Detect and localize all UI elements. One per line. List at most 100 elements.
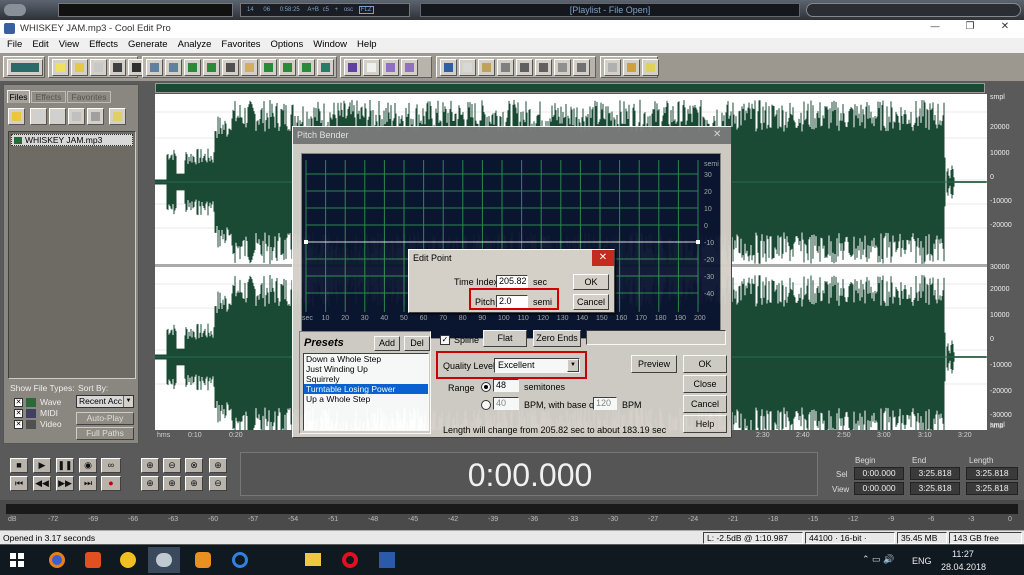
maximize-button[interactable]: ❐ — [955, 21, 985, 37]
frequency-icon[interactable] — [440, 59, 457, 76]
waveform-view-icon[interactable] — [363, 59, 380, 76]
zoom-full-icon[interactable]: ⊗ — [185, 458, 203, 473]
help-icon[interactable] — [109, 108, 126, 125]
loop-button[interactable]: ∞ — [101, 458, 121, 473]
menu-edit[interactable]: Edit — [27, 38, 53, 51]
minimize-button[interactable]: — — [920, 21, 950, 37]
word-icon[interactable] — [374, 547, 400, 573]
new-file-icon[interactable] — [52, 59, 69, 76]
tab-favorites[interactable]: Favorites — [67, 91, 111, 103]
edit-file-icon[interactable] — [87, 108, 104, 125]
open-file-icon[interactable] — [71, 59, 88, 76]
edit-point-close-icon[interactable]: ✕ — [592, 250, 614, 266]
menu-effects[interactable]: Effects — [84, 38, 123, 51]
pause-button[interactable]: ❚❚ — [56, 458, 74, 473]
save-icon[interactable] — [109, 59, 126, 76]
marker-icon[interactable] — [401, 59, 418, 76]
zoom-selection-icon[interactable]: ⊕ — [163, 476, 181, 491]
zoom-in-icon[interactable]: ⊕ — [141, 458, 159, 473]
preset-add-button[interactable]: Add — [374, 336, 400, 351]
view-end-field[interactable]: 3:25.818 — [910, 482, 960, 495]
zoom-analysis-icon[interactable] — [497, 59, 514, 76]
tab-effects[interactable]: Effects — [31, 91, 66, 103]
tab-files[interactable]: Files — [7, 90, 30, 103]
paint-icon[interactable] — [80, 547, 106, 573]
menu-view[interactable]: View — [54, 38, 84, 51]
open-append-icon[interactable] — [30, 108, 47, 125]
ok-button[interactable]: OK — [683, 355, 727, 373]
spline-checkbox[interactable]: ✓ — [440, 335, 450, 345]
clock-date[interactable]: 28.04.2018 — [941, 562, 986, 573]
batch-icon[interactable] — [516, 59, 533, 76]
preset-item[interactable]: Up a Whole Step — [304, 394, 428, 404]
preset-item[interactable]: Down a Whole Step — [304, 354, 428, 364]
trim-icon[interactable] — [298, 59, 315, 76]
midi-checkbox[interactable]: ✕ — [14, 409, 23, 418]
redo-icon[interactable] — [165, 59, 182, 76]
phase-icon[interactable] — [459, 59, 476, 76]
windows-start-icon[interactable] — [10, 553, 24, 567]
go-to-start-button[interactable]: ⏮ — [10, 476, 28, 491]
rewind-button[interactable]: ◀◀ — [33, 476, 51, 491]
zoom-right-icon[interactable]: ⊕ — [185, 476, 203, 491]
range-value-field[interactable]: 48 — [493, 379, 519, 392]
close-button[interactable]: ✕ — [990, 21, 1020, 37]
play-to-end-button[interactable]: ◉ — [79, 458, 97, 473]
menu-help[interactable]: Help — [352, 38, 382, 51]
menu-file[interactable]: File — [2, 38, 27, 51]
copy-icon[interactable] — [184, 59, 201, 76]
sel-length-field[interactable]: 3:25.818 — [966, 467, 1018, 480]
refresh-app-icon[interactable] — [227, 547, 253, 573]
flat-button[interactable]: Flat — [483, 330, 527, 347]
scripts-icon[interactable] — [535, 59, 552, 76]
edit-point-ok-button[interactable]: OK — [573, 274, 609, 290]
shortcut-icon[interactable] — [623, 59, 640, 76]
zoom-vertical-in-icon[interactable]: ⊕ — [209, 458, 227, 473]
file-item[interactable]: WHISKEY JAM.mp3 — [11, 134, 133, 146]
open-file-icon[interactable] — [8, 108, 25, 125]
pitch-bender-close-icon[interactable]: ✕ — [713, 129, 721, 140]
copy-new-icon[interactable] — [203, 59, 220, 76]
firefox-icon[interactable] — [44, 547, 70, 573]
help-button[interactable]: Help — [683, 415, 727, 433]
preset-item[interactable]: Just Winding Up — [304, 364, 428, 374]
help-icon[interactable] — [642, 59, 659, 76]
close-icon[interactable] — [68, 108, 85, 125]
undo-icon[interactable] — [146, 59, 163, 76]
sel-end-field[interactable]: 3:25.818 — [910, 467, 960, 480]
zoom-out-icon[interactable]: ⊖ — [163, 458, 181, 473]
settings-icon[interactable] — [573, 59, 590, 76]
analysis-icon[interactable] — [478, 59, 495, 76]
grid-view-icon[interactable] — [382, 59, 399, 76]
cool-edit-icon[interactable] — [148, 547, 180, 573]
go-to-end-button[interactable]: ⏭ — [79, 476, 97, 491]
zero-ends-button[interactable]: Zero Ends — [533, 330, 581, 347]
file-explorer-icon[interactable] — [300, 547, 326, 573]
menu-window[interactable]: Window — [308, 38, 352, 51]
preview-button[interactable]: Preview — [631, 355, 677, 373]
app-yellow-icon[interactable] — [115, 547, 141, 573]
multitrack-toggle-icon[interactable] — [7, 59, 43, 76]
close-dialog-button[interactable]: Close — [683, 375, 727, 393]
fast-forward-button[interactable]: ▶▶ — [56, 476, 74, 491]
cut-icon[interactable] — [222, 59, 239, 76]
spectral-view-icon[interactable] — [344, 59, 361, 76]
insert-icon[interactable] — [49, 108, 66, 125]
player-controls[interactable] — [806, 3, 1021, 17]
edit-point-cancel-button[interactable]: Cancel — [573, 294, 609, 310]
menu-options[interactable]: Options — [266, 38, 309, 51]
zoom-left-icon[interactable]: ⊕ — [141, 476, 159, 491]
type-midi[interactable]: ✕ MIDI — [14, 408, 74, 419]
menu-favorites[interactable]: Favorites — [216, 38, 265, 51]
type-wave[interactable]: ✕ Wave — [14, 397, 74, 408]
cancel-button[interactable]: Cancel — [683, 395, 727, 413]
preset-item[interactable]: Turntable Losing Power — [304, 384, 428, 394]
range-radio-semitones[interactable] — [481, 382, 491, 392]
menu-analyze[interactable]: Analyze — [173, 38, 217, 51]
clock-time[interactable]: 11:27 — [952, 549, 974, 560]
stop-button[interactable]: ■ — [10, 458, 28, 473]
language-indicator[interactable]: ENG — [912, 556, 932, 567]
fl-studio-icon[interactable] — [190, 547, 216, 573]
zoom-vertical-out-icon[interactable]: ⊖ — [209, 476, 227, 491]
play-button[interactable]: ▶ — [33, 458, 51, 473]
